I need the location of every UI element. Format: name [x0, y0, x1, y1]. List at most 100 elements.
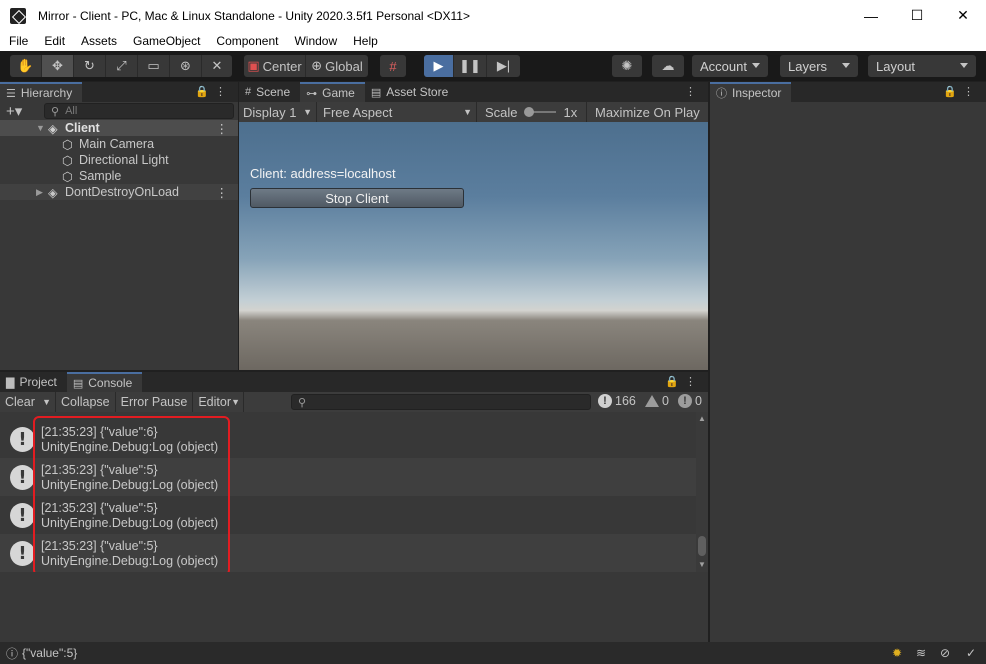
menu-help[interactable]: Help	[344, 34, 385, 48]
status-message[interactable]: {"value":5}	[22, 646, 77, 660]
collapse-label: Collapse	[61, 395, 110, 409]
editor-dropdown[interactable]: Editor ▼	[193, 392, 244, 412]
tab-inspector[interactable]: ⓘ Inspector	[710, 82, 792, 102]
debug-bug-icon[interactable]: ✹	[892, 646, 902, 660]
layers-label: Layers	[788, 58, 828, 74]
progress-check-icon[interactable]: ✓	[966, 646, 976, 660]
pause-button[interactable]: ❚❚	[454, 55, 487, 77]
menu-edit[interactable]: Edit	[35, 34, 72, 48]
globe-icon: ⊕	[311, 58, 323, 73]
expand-arrow-icon[interactable]: ▶	[36, 187, 43, 198]
space-global-button[interactable]: ⊕ Global	[306, 55, 368, 77]
tab-project[interactable]: ▇ Project	[0, 372, 67, 392]
hand-tool-icon[interactable]: ✋	[10, 55, 42, 77]
editor-label: Editor	[198, 395, 231, 409]
cloud-icon[interactable]: ☁	[652, 55, 684, 77]
layout-dropdown[interactable]: Layout	[868, 55, 976, 77]
scale-track[interactable]	[523, 107, 556, 117]
pivot-center-button[interactable]: ▣ Center	[244, 55, 306, 77]
tab-hierarchy[interactable]: ☰ Hierarchy	[0, 82, 83, 102]
console-empty-area	[0, 572, 708, 642]
menu-assets[interactable]: Assets	[72, 34, 124, 48]
panel-menu-icon[interactable]: 🔒⋮	[665, 375, 702, 388]
step-button[interactable]: ▶|	[487, 55, 520, 77]
step-icon: ▶|	[496, 58, 511, 73]
close-button[interactable]: ✕	[940, 0, 986, 31]
play-controls: ▶ ❚❚ ▶|	[424, 55, 520, 77]
account-label: Account	[700, 58, 747, 74]
menu-file[interactable]: File	[0, 34, 35, 48]
console-search-input[interactable]: ⚲	[291, 394, 591, 410]
maximize-on-play-label: Maximize On Play	[595, 104, 700, 120]
collapse-toggle[interactable]: Collapse	[56, 392, 116, 412]
chevron-down-icon	[842, 63, 850, 68]
scale-slider[interactable]: Scale 1x	[477, 102, 587, 122]
scale-tool-icon[interactable]: ⤢	[106, 55, 138, 77]
transform-tool-icon[interactable]: ⊛	[170, 55, 202, 77]
stop-client-button[interactable]: Stop Client	[250, 188, 464, 208]
panel-menu-icon[interactable]: ⋮	[685, 85, 702, 98]
hierarchy-item-client[interactable]: ▼ ◈ Client ⋮	[0, 120, 238, 136]
menu-window[interactable]: Window	[285, 34, 344, 48]
panel-menu-icon[interactable]: 🔒⋮	[195, 85, 232, 98]
hierarchy-search-input[interactable]: ⚲ All	[44, 103, 234, 119]
more-icon[interactable]: ⋮	[216, 185, 229, 200]
layers-dropdown[interactable]: Layers	[780, 55, 858, 77]
log-count-toggle[interactable]: ! 166	[598, 394, 636, 408]
display-dropdown[interactable]: Display 1 ▼	[239, 102, 317, 122]
tab-hierarchy-label: Hierarchy	[20, 86, 73, 100]
tab-asset-store[interactable]: ▤ Asset Store	[365, 82, 458, 102]
collab-icon[interactable]: ✺	[612, 55, 642, 77]
minimize-button[interactable]: —	[848, 0, 894, 31]
lighting-icon[interactable]: ⊘	[940, 646, 950, 660]
menu-gameobject[interactable]: GameObject	[124, 34, 207, 48]
custom-tool-icon[interactable]: ✕	[202, 55, 232, 77]
move-tool-icon[interactable]: ✥	[42, 55, 74, 77]
tab-game[interactable]: ⊶ Game	[300, 82, 365, 102]
transform-tools: ✋ ✥ ↻ ⤢ ▭ ⊛ ✕	[10, 55, 232, 77]
chevron-down-icon[interactable]: ▼	[42, 397, 51, 407]
tab-scene[interactable]: # Scene	[239, 82, 300, 102]
hierarchy-item-sample[interactable]: ⬡ Sample	[0, 168, 238, 184]
more-icon[interactable]: ⋮	[216, 121, 229, 136]
maximize-button[interactable]: ☐	[894, 0, 940, 31]
clear-button[interactable]: Clear ▼	[0, 392, 56, 412]
game-viewport[interactable]: Client: address=localhost Stop Client	[239, 122, 708, 370]
hierarchy-item-directional-light[interactable]: ⬡ Directional Light	[0, 152, 238, 168]
expand-arrow-icon[interactable]: ▼	[36, 123, 45, 133]
scroll-down-icon[interactable]: ▼	[698, 560, 706, 569]
tab-console[interactable]: ▤ Console	[66, 372, 143, 392]
main-toolbar: ✋ ✥ ↻ ⤢ ▭ ⊛ ✕ ▣ Center ⊕ Global # ▶ ❚❚ ▶…	[0, 51, 986, 81]
rotate-tool-icon[interactable]: ↻	[74, 55, 106, 77]
error-pause-toggle[interactable]: Error Pause	[116, 392, 194, 412]
hierarchy-item-label: Client	[65, 121, 100, 135]
tab-asset-store-label: Asset Store	[386, 85, 449, 99]
scroll-thumb[interactable]	[698, 536, 706, 556]
play-button[interactable]: ▶	[424, 55, 454, 77]
aspect-dropdown[interactable]: Free Aspect ▼	[317, 102, 477, 122]
search-icon: ⚲	[298, 396, 307, 409]
game-panel: # Scene ⊶ Game ▤ Asset Store ⋮ Display 1…	[239, 82, 708, 370]
rect-tool-icon[interactable]: ▭	[138, 55, 170, 77]
scale-thumb[interactable]	[523, 107, 534, 117]
bag-icon: ▤	[370, 86, 382, 99]
info-icon: ⓘ	[716, 88, 727, 100]
chevron-down-icon: ▼	[231, 397, 240, 407]
panel-menu-icon[interactable]: 🔒⋮	[943, 85, 980, 98]
hierarchy-item-dontdestroyonload[interactable]: ▶ ◈ DontDestroyOnLoad ⋮	[0, 184, 238, 200]
space-label: Global	[325, 58, 363, 74]
menu-component[interactable]: Component	[207, 34, 285, 48]
gameobject-cube-icon: ⬡	[62, 169, 73, 184]
account-dropdown[interactable]: Account	[692, 55, 768, 77]
grid-snap-icon[interactable]: #	[380, 55, 406, 77]
info-log-icon: !	[598, 394, 612, 408]
maximize-on-play-toggle[interactable]: Maximize On Play	[587, 102, 700, 122]
hierarchy-item-main-camera[interactable]: ⬡ Main Camera	[0, 136, 238, 152]
cache-server-icon[interactable]: ≋	[916, 646, 926, 660]
warning-count-toggle[interactable]: 0	[645, 394, 669, 408]
create-button[interactable]: +▾	[6, 102, 34, 120]
scroll-up-icon[interactable]: ▲	[698, 414, 706, 423]
console-scrollbar[interactable]: ▲ ▼	[696, 412, 708, 572]
error-count-toggle[interactable]: ! 0	[678, 394, 702, 408]
info-log-icon: !	[10, 541, 35, 566]
